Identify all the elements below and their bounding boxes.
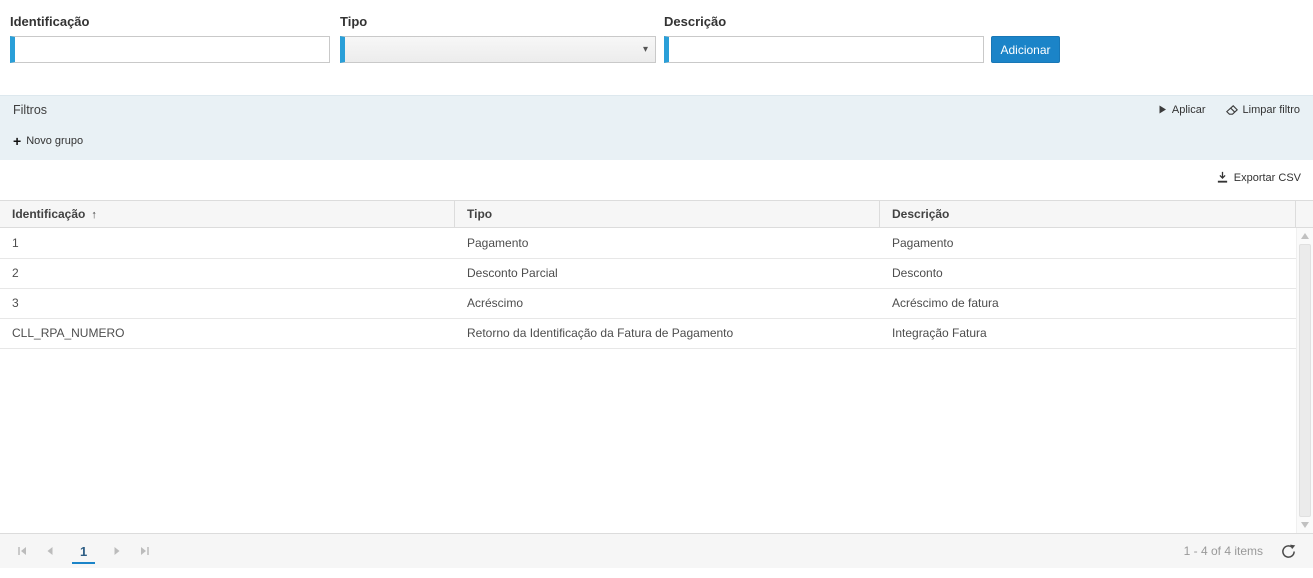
column-title: Descrição [892,207,949,221]
scrollbar-thumb[interactable] [1299,244,1311,517]
chevron-down-icon: ▾ [643,44,648,56]
refresh-button[interactable] [1277,540,1299,562]
table-cell: Pagamento [880,228,1296,258]
filters-body: + Novo grupo [0,123,1313,151]
apply-filter-button[interactable]: Aplicar [1158,104,1206,116]
filters-header: Filtros Aplicar Limpar filtro [0,96,1313,123]
pager: 1 1 - 4 of 4 items [0,533,1313,568]
clear-filter-label: Limpar filtro [1243,104,1300,116]
add-record-form: Identificação Tipo ▾ Descrição Adicionar [0,0,1313,95]
table-row[interactable]: 2Desconto ParcialDesconto [0,258,1296,288]
tipo-select[interactable]: ▾ [340,36,656,63]
column-header-tipo[interactable]: Tipo [455,201,880,227]
export-row: Exportar CSV [0,160,1313,200]
tipo-field-group: Tipo ▾ [340,14,656,63]
filters-title: Filtros [13,103,47,117]
table-cell: Integração Fatura [880,318,1296,348]
table-cell: Desconto [880,258,1296,288]
table-cell: Desconto Parcial [455,258,880,288]
pager-info: 1 - 4 of 4 items [1184,544,1263,558]
play-icon [1158,105,1167,114]
first-page-button[interactable] [8,534,36,568]
grid-table: 1PagamentoPagamento2Desconto ParcialDesc… [0,228,1296,349]
plus-icon: + [13,135,21,147]
table-row[interactable]: CLL_RPA_NUMERORetorno da Identificação d… [0,318,1296,348]
new-group-label: Novo grupo [26,135,83,147]
clear-filter-button[interactable]: Limpar filtro [1226,104,1300,116]
column-header-identificacao[interactable]: Identificação ↑ [0,201,455,227]
identificacao-label: Identificação [10,14,330,29]
column-title: Tipo [467,207,492,221]
table-cell: Acréscimo [455,288,880,318]
identificacao-input[interactable] [10,36,330,63]
descricao-label: Descrição [664,14,984,29]
arrow-left-icon [44,545,56,557]
seek-last-icon [139,545,151,557]
table-cell: Acréscimo de fatura [880,288,1296,318]
grid-header: Identificação ↑ Tipo Descrição [0,200,1313,228]
download-icon [1216,171,1229,184]
table-cell: CLL_RPA_NUMERO [0,318,455,348]
arrow-right-icon [111,545,123,557]
last-page-button[interactable] [131,534,159,568]
refresh-icon [1281,544,1296,559]
filters-actions: Aplicar Limpar filtro [1158,104,1300,116]
table-cell: Retorno da Identificação da Fatura de Pa… [455,318,880,348]
app-window: Identificação Tipo ▾ Descrição Adicionar… [0,0,1313,578]
apply-filter-label: Aplicar [1172,104,1206,116]
table-cell: 1 [0,228,455,258]
table-row[interactable]: 1PagamentoPagamento [0,228,1296,258]
current-page[interactable]: 1 [72,539,95,564]
column-title: Identificação [12,207,85,221]
grid-body: 1PagamentoPagamento2Desconto ParcialDesc… [0,228,1313,533]
scroll-down-icon[interactable] [1301,522,1309,528]
table-cell: 2 [0,258,455,288]
data-grid: Identificação↑ Tipo Descrição 1Pagamento… [0,200,1313,533]
column-header-descricao[interactable]: Descrição [880,201,1296,227]
descricao-field-group: Descrição [664,14,984,63]
header-scrollbar-filler [1296,201,1313,227]
descricao-input[interactable] [664,36,984,63]
prev-page-button[interactable] [36,534,64,568]
scroll-up-icon[interactable] [1301,233,1309,239]
next-page-button[interactable] [103,534,131,568]
tipo-label: Tipo [340,14,656,29]
seek-first-icon [16,545,28,557]
export-csv-label: Exportar CSV [1234,172,1301,184]
vertical-scrollbar[interactable] [1296,228,1313,533]
eraser-icon [1226,105,1238,115]
identificacao-field-group: Identificação [10,14,330,63]
adicionar-button[interactable]: Adicionar [991,36,1060,63]
export-csv-button[interactable]: Exportar CSV [1216,171,1301,184]
new-group-button[interactable]: + Novo grupo [13,135,83,147]
filters-panel: Filtros Aplicar Limpar filtro [0,95,1313,160]
table-row[interactable]: 3AcréscimoAcréscimo de fatura [0,288,1296,318]
sort-asc-icon: ↑ [91,209,97,221]
table-cell: 3 [0,288,455,318]
table-cell: Pagamento [455,228,880,258]
